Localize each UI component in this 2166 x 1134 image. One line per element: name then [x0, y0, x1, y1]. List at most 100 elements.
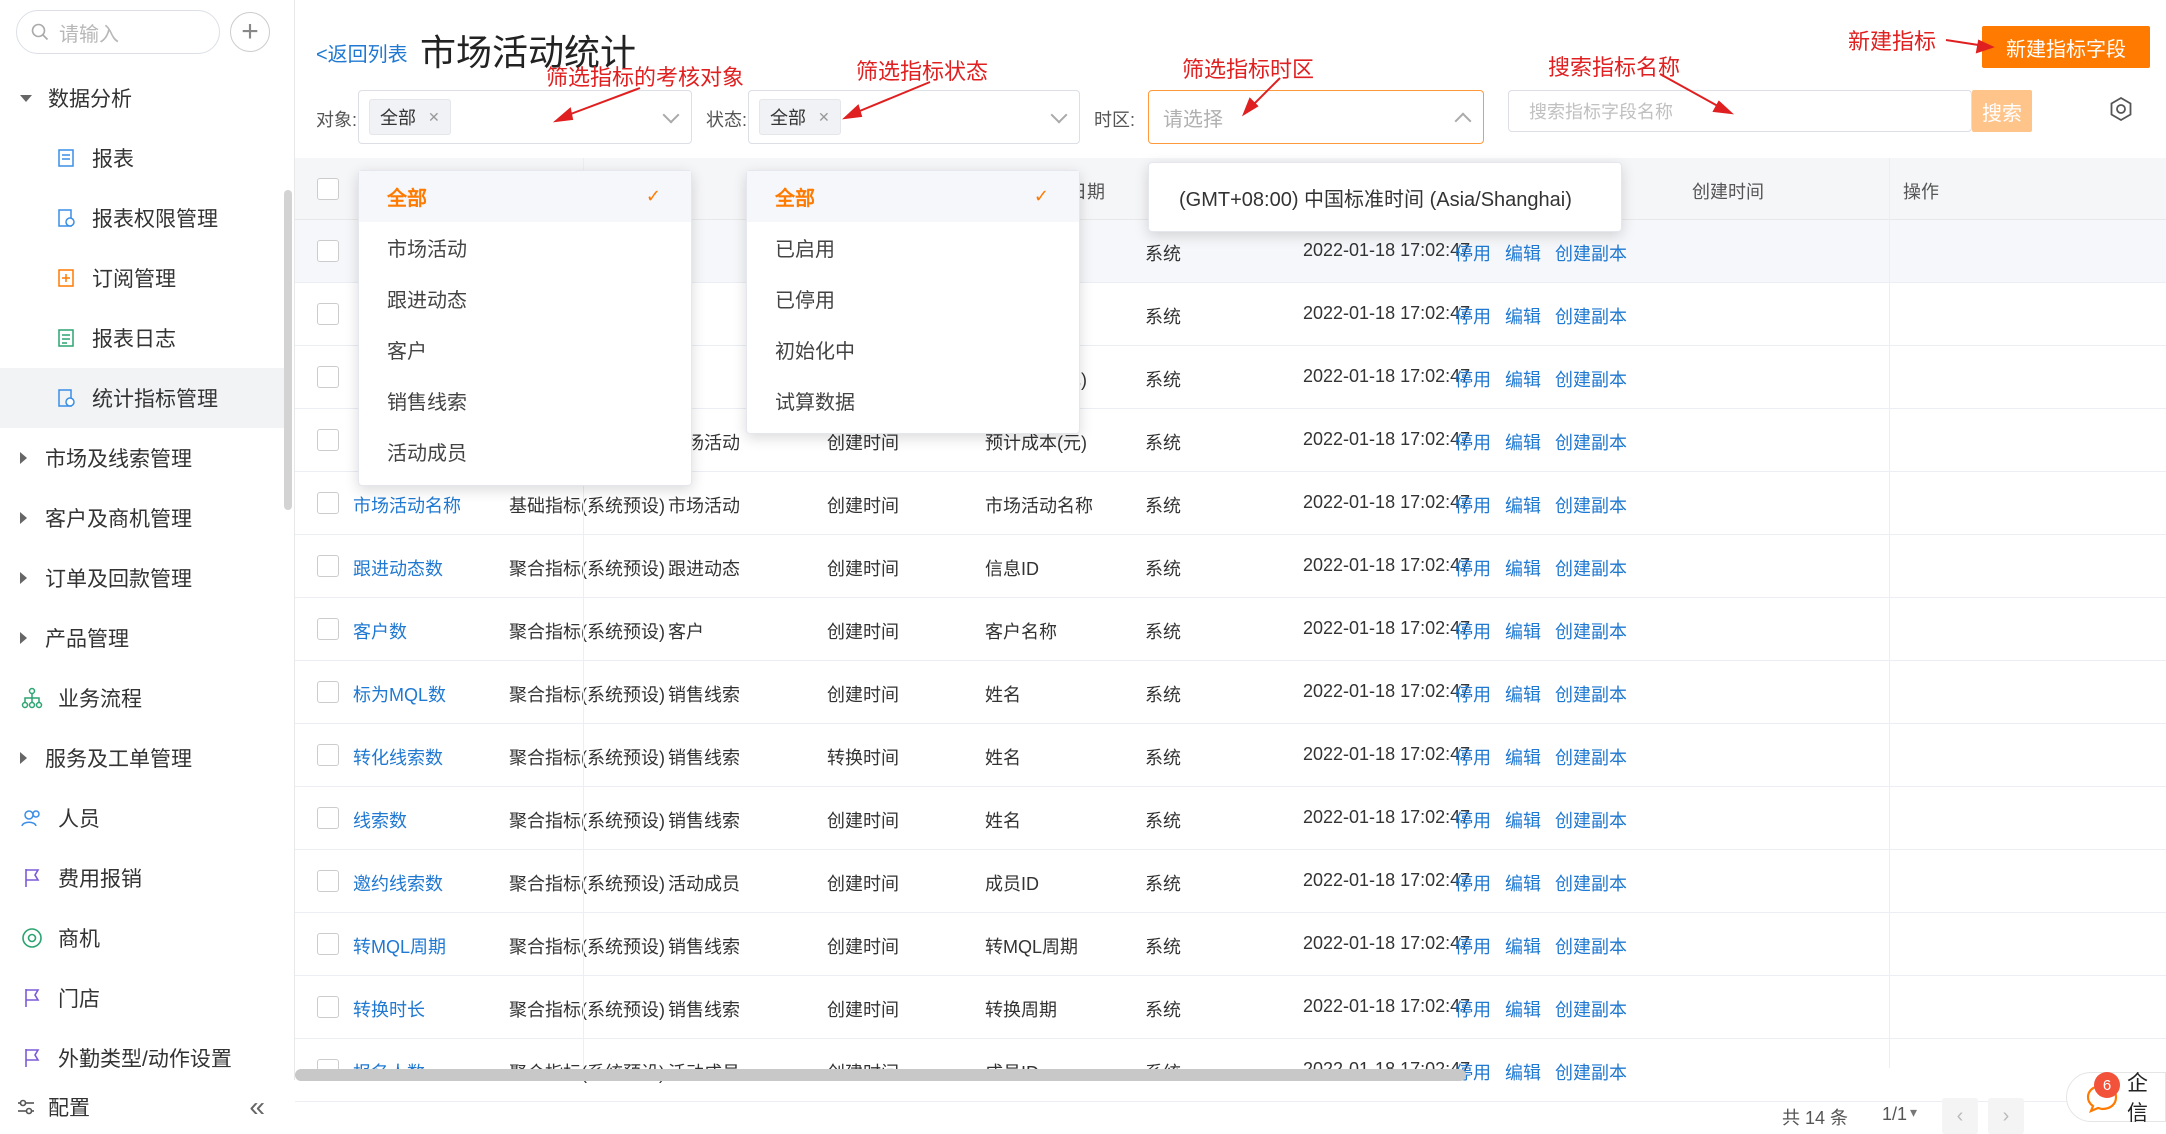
action-disable-link[interactable]: 停用 [1455, 874, 1491, 894]
action-disable-link[interactable]: 停用 [1455, 370, 1491, 390]
action-duplicate-link[interactable]: 创建副本 [1555, 433, 1627, 453]
cell-name[interactable]: 转MQL周期 [353, 933, 446, 959]
action-duplicate-link[interactable]: 创建副本 [1555, 1000, 1627, 1020]
sidebar-search-input[interactable]: 请输入 [16, 10, 220, 54]
status-filter-select[interactable]: 全部 ✕ [748, 90, 1080, 144]
row-checkbox[interactable] [317, 429, 339, 451]
row-checkbox[interactable] [317, 618, 339, 640]
action-disable-link[interactable]: 停用 [1455, 811, 1491, 831]
action-edit-link[interactable]: 编辑 [1505, 370, 1541, 390]
action-edit-link[interactable]: 编辑 [1505, 622, 1541, 642]
config-label[interactable]: 配置 [48, 1092, 90, 1122]
dropdown-option[interactable]: 全部 ✓ [359, 171, 691, 222]
action-edit-link[interactable]: 编辑 [1505, 874, 1541, 894]
add-button[interactable]: + [230, 12, 270, 52]
table-row[interactable]: 跟进动态数 聚合指标(系统预设) 跟进动态 创建时间 信息ID 系统 2022-01-18 … [295, 535, 2166, 598]
status-filter-tag[interactable]: 全部 ✕ [759, 99, 841, 135]
timezone-filter-select[interactable]: 请选择 [1148, 90, 1484, 144]
pagination-page[interactable]: 1/1 [1882, 1104, 1907, 1125]
action-duplicate-link[interactable]: 创建副本 [1555, 244, 1627, 264]
action-edit-link[interactable]: 编辑 [1505, 433, 1541, 453]
tag-close-icon[interactable]: ✕ [818, 109, 830, 126]
cell-name[interactable]: 市场活动名称 [353, 492, 461, 518]
dropdown-option[interactable]: 已停用 [747, 273, 1079, 324]
action-edit-link[interactable]: 编辑 [1505, 748, 1541, 768]
row-checkbox[interactable] [317, 681, 339, 703]
table-row[interactable]: 客户数 聚合指标(系统预设) 客户 创建时间 客户名称 系统 2022-01-18 17:0… [295, 598, 2166, 661]
cell-name[interactable]: 标为MQL数 [353, 681, 446, 707]
sidebar-scrollbar[interactable] [284, 190, 292, 510]
action-edit-link[interactable]: 编辑 [1505, 1000, 1541, 1020]
action-duplicate-link[interactable]: 创建副本 [1555, 937, 1627, 957]
cell-name[interactable]: 客户数 [353, 618, 407, 644]
collapse-sidebar-icon[interactable]: « [249, 1091, 265, 1123]
object-filter-select[interactable]: 全部 ✕ [358, 90, 692, 144]
action-edit-link[interactable]: 编辑 [1505, 811, 1541, 831]
action-duplicate-link[interactable]: 创建副本 [1555, 748, 1627, 768]
select-all-checkbox[interactable] [317, 178, 339, 200]
search-button[interactable]: 搜索 [1972, 90, 2032, 132]
action-edit-link[interactable]: 编辑 [1505, 1063, 1541, 1083]
dropdown-option[interactable]: 初始化中 [747, 324, 1079, 375]
action-duplicate-link[interactable]: 创建副本 [1555, 622, 1627, 642]
sidebar-item-1[interactable]: 报表 [0, 128, 285, 188]
sidebar-item-12[interactable]: 人员 [0, 788, 285, 848]
table-row[interactable]: 线索数 聚合指标(系统预设) 销售线索 创建时间 姓名 系统 2022-01-18 17:0… [295, 787, 2166, 850]
dropdown-option[interactable]: 跟进动态 [359, 273, 691, 324]
sidebar-item-7[interactable]: 客户及商机管理 [0, 488, 285, 548]
sidebar-item-11[interactable]: 服务及工单管理 [0, 728, 285, 788]
dropdown-option[interactable]: 市场活动 [359, 222, 691, 273]
row-checkbox[interactable] [317, 240, 339, 262]
table-row[interactable]: 标为MQL数 聚合指标(系统预设) 销售线索 创建时间 姓名 系统 2022-01-18 1… [295, 661, 2166, 724]
tag-close-icon[interactable]: ✕ [428, 109, 440, 126]
dropdown-option[interactable]: 销售线索 [359, 375, 691, 426]
action-edit-link[interactable]: 编辑 [1505, 937, 1541, 957]
row-checkbox[interactable] [317, 807, 339, 829]
table-row[interactable]: 转化线索数 聚合指标(系统预设) 销售线索 转换时间 姓名 系统 2022-01-18 17… [295, 724, 2166, 787]
cell-name[interactable]: 转换时长 [353, 996, 425, 1022]
action-disable-link[interactable]: 停用 [1455, 685, 1491, 705]
sidebar-item-16[interactable]: 外勤类型/动作设置 [0, 1028, 285, 1088]
new-metric-field-button[interactable]: 新建指标字段 [1982, 26, 2150, 68]
sidebar-item-0[interactable]: 数据分析 [0, 68, 285, 128]
action-disable-link[interactable]: 停用 [1455, 622, 1491, 642]
action-edit-link[interactable]: 编辑 [1505, 244, 1541, 264]
sidebar-item-10[interactable]: 业务流程 [0, 668, 285, 728]
action-edit-link[interactable]: 编辑 [1505, 685, 1541, 705]
sidebar-item-3[interactable]: 订阅管理 [0, 248, 285, 308]
action-disable-link[interactable]: 停用 [1455, 1000, 1491, 1020]
dropdown-option[interactable]: 全部 ✓ [747, 171, 1079, 222]
dropdown-option[interactable]: 已启用 [747, 222, 1079, 273]
sidebar-item-6[interactable]: 市场及线索管理 [0, 428, 285, 488]
cell-name[interactable]: 线索数 [353, 807, 407, 833]
action-disable-link[interactable]: 停用 [1455, 307, 1491, 327]
next-page-button[interactable]: › [1988, 1098, 2024, 1134]
sidebar-item-8[interactable]: 订单及回款管理 [0, 548, 285, 608]
prev-page-button[interactable]: ‹ [1942, 1098, 1978, 1134]
table-row[interactable]: 转MQL周期 聚合指标(系统预设) 销售线索 创建时间 转MQL周期 系统 2022-01-… [295, 913, 2166, 976]
action-disable-link[interactable]: 停用 [1455, 559, 1491, 579]
action-disable-link[interactable]: 停用 [1455, 244, 1491, 264]
action-disable-link[interactable]: 停用 [1455, 748, 1491, 768]
row-checkbox[interactable] [317, 933, 339, 955]
gear-icon[interactable] [2108, 96, 2134, 122]
action-duplicate-link[interactable]: 创建副本 [1555, 874, 1627, 894]
action-disable-link[interactable]: 停用 [1455, 433, 1491, 453]
sidebar-item-15[interactable]: 门店 [0, 968, 285, 1028]
action-disable-link[interactable]: 停用 [1455, 937, 1491, 957]
row-checkbox[interactable] [317, 366, 339, 388]
table-row[interactable]: 转换时长 聚合指标(系统预设) 销售线索 创建时间 转换周期 系统 2022-01-18 1… [295, 976, 2166, 1039]
row-checkbox[interactable] [317, 492, 339, 514]
action-edit-link[interactable]: 编辑 [1505, 559, 1541, 579]
action-duplicate-link[interactable]: 创建副本 [1555, 1063, 1627, 1083]
sidebar-item-13[interactable]: 费用报销 [0, 848, 285, 908]
action-duplicate-link[interactable]: 创建副本 [1555, 685, 1627, 705]
action-duplicate-link[interactable]: 创建副本 [1555, 811, 1627, 831]
row-checkbox[interactable] [317, 555, 339, 577]
back-to-list-link[interactable]: <返回列表 [316, 38, 408, 67]
sidebar-item-14[interactable]: 商机 [0, 908, 285, 968]
row-checkbox[interactable] [317, 870, 339, 892]
row-checkbox[interactable] [317, 996, 339, 1018]
dropdown-option[interactable]: 客户 [359, 324, 691, 375]
timezone-option[interactable]: (GMT+08:00) 中国标准时间 (Asia/Shanghai) [1148, 162, 1622, 232]
